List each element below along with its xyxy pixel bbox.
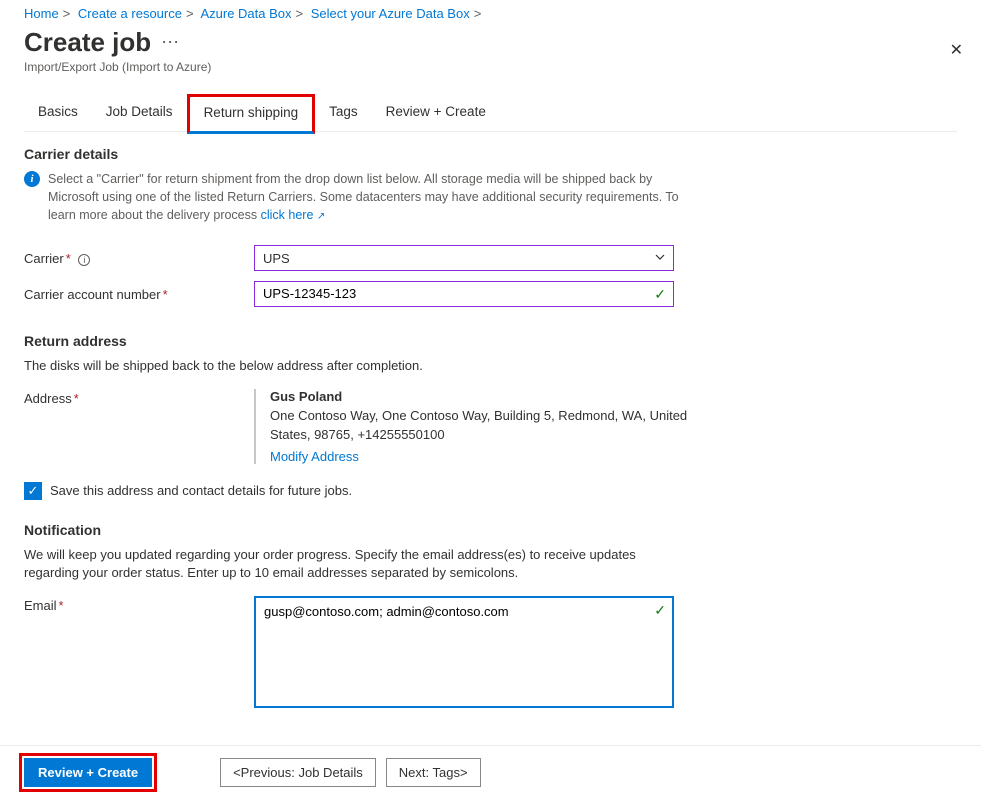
tab-basics[interactable]: Basics	[24, 94, 92, 131]
save-address-checkbox[interactable]: ✓	[24, 482, 42, 500]
tab-return-shipping[interactable]: Return shipping	[187, 94, 316, 134]
address-block: Gus Poland One Contoso Way, One Contoso …	[254, 389, 694, 464]
email-label: Email*	[24, 596, 254, 613]
close-icon[interactable]: ✕	[950, 40, 963, 60]
tab-review-create[interactable]: Review + Create	[372, 94, 500, 131]
notification-heading: Notification	[24, 522, 957, 538]
tabs: Basics Job Details Return shipping Tags …	[24, 94, 957, 132]
carrier-details-heading: Carrier details	[24, 146, 957, 162]
external-link-icon: ↗	[317, 211, 325, 222]
return-address-desc: The disks will be shipped back to the be…	[24, 357, 684, 375]
carrier-label: Carrier* i	[24, 249, 254, 266]
check-icon: ✓	[654, 286, 666, 303]
breadcrumb: Home> Create a resource> Azure Data Box>…	[24, 6, 957, 21]
info-icon: i	[24, 171, 40, 187]
address-label: Address*	[24, 389, 254, 406]
email-textarea[interactable]: gusp@contoso.com; admin@contoso.com	[254, 596, 674, 708]
return-address-heading: Return address	[24, 333, 957, 349]
carrier-account-label: Carrier account number*	[24, 285, 254, 302]
breadcrumb-home[interactable]: Home	[24, 6, 59, 21]
carrier-select[interactable]: UPS	[254, 245, 674, 271]
footer: Review + Create <Previous: Job Details N…	[0, 745, 981, 799]
address-line: One Contoso Way, One Contoso Way, Buildi…	[270, 406, 694, 445]
breadcrumb-create-resource[interactable]: Create a resource	[78, 6, 182, 21]
save-address-label: Save this address and contact details fo…	[50, 483, 352, 498]
next-button[interactable]: Next: Tags>	[386, 758, 481, 787]
delivery-process-link[interactable]: click here ↗	[261, 208, 326, 222]
check-icon: ✓	[654, 602, 666, 619]
tab-job-details[interactable]: Job Details	[92, 94, 187, 131]
notification-desc: We will keep you updated regarding your …	[24, 546, 684, 582]
page-title: Create job	[24, 27, 151, 58]
address-name: Gus Poland	[270, 389, 694, 404]
carrier-account-input[interactable]	[254, 281, 674, 307]
review-create-button[interactable]: Review + Create	[24, 758, 152, 787]
breadcrumb-azure-data-box[interactable]: Azure Data Box	[200, 6, 291, 21]
modify-address-link[interactable]: Modify Address	[270, 449, 359, 464]
carrier-info-text: Select a "Carrier" for return shipment f…	[48, 170, 684, 225]
page-subtitle: Import/Export Job (Import to Azure)	[24, 60, 957, 74]
more-actions-icon[interactable]: ⋯	[161, 32, 179, 53]
previous-button[interactable]: <Previous: Job Details	[220, 758, 376, 787]
tab-tags[interactable]: Tags	[315, 94, 372, 131]
info-hint-icon[interactable]: i	[78, 254, 90, 266]
breadcrumb-select-data-box[interactable]: Select your Azure Data Box	[311, 6, 470, 21]
